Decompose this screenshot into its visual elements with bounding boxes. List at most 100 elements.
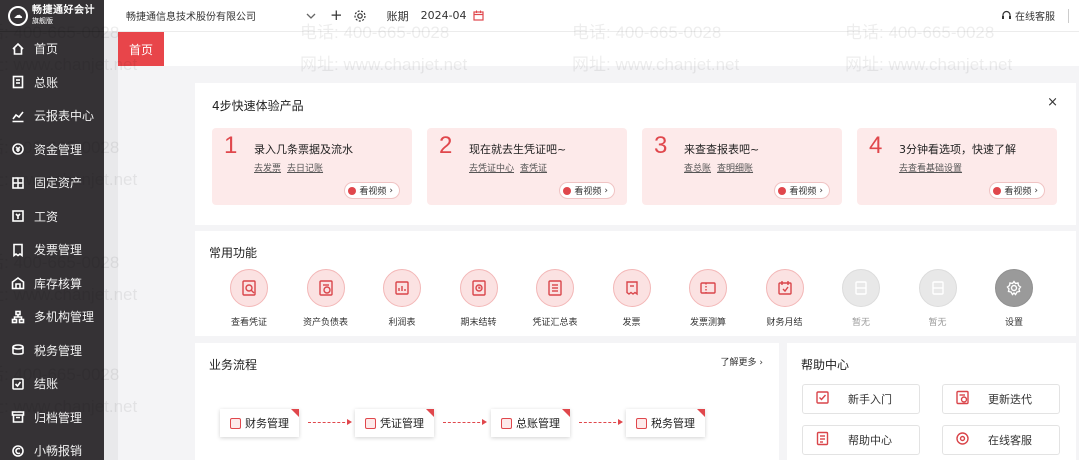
func-label: 发票 — [622, 318, 641, 328]
update-icon — [955, 390, 970, 408]
chevron-right-icon: › — [389, 185, 393, 196]
sidebar-item-label: 多机构管理 — [34, 310, 95, 325]
sidebar-item-3[interactable]: 资金管理 — [0, 133, 104, 167]
sidebar-item-10[interactable]: 结账 — [0, 367, 104, 401]
module-icon — [230, 417, 241, 429]
sidebar-item-0[interactable]: 首页 — [0, 32, 104, 66]
sidebar-item-label: 首页 — [34, 42, 59, 57]
help-button[interactable]: 更新迭代 — [942, 384, 1060, 414]
step-title: 来查查报表吧~ — [684, 143, 760, 156]
sidebar-item-label: 小畅报销 — [34, 444, 83, 459]
help-button[interactable]: 帮助中心 — [802, 425, 920, 455]
watch-video-label: 看视频 — [789, 187, 817, 197]
left-gutter — [104, 32, 118, 460]
gear-icon[interactable] — [353, 9, 367, 23]
step-number: 1 — [224, 132, 238, 159]
step-link[interactable]: 去发票 — [254, 161, 281, 174]
sidebar-item-7[interactable]: 库存核算 — [0, 267, 104, 301]
flow-card[interactable]: 总账管理 — [491, 409, 570, 437]
help-button[interactable]: 在线客服 — [942, 425, 1060, 455]
sidebar-item-1[interactable]: 总账 — [0, 66, 104, 100]
flow-card-label: 税务管理 — [651, 417, 695, 430]
step-link[interactable]: 查总账 — [684, 161, 711, 174]
sidebar-item-label: 结账 — [34, 377, 59, 392]
sidebar-item-12[interactable]: 小畅报销 — [0, 434, 104, 460]
func-label: 暂无 — [851, 318, 870, 328]
learn-more-link[interactable]: 了解更多 › — [721, 355, 764, 368]
chevron-down-icon[interactable] — [306, 11, 316, 21]
module-icon — [365, 417, 376, 429]
func-label: 利润表 — [388, 318, 416, 328]
step-link[interactable]: 查明细账 — [717, 161, 753, 174]
watch-video-button[interactable]: 看视频 › — [344, 182, 400, 199]
quick-start-title: 4步快速体验产品 — [212, 99, 304, 113]
sidebar-item-4[interactable]: 固定资产 — [0, 166, 104, 200]
flow-card[interactable]: 税务管理 — [626, 409, 705, 437]
func-view-voucher[interactable]: 查看凭证 — [214, 269, 284, 328]
headset-icon — [1002, 10, 1011, 19]
watch-video-button[interactable]: 看视频 › — [989, 182, 1045, 199]
step-link[interactable]: 去凭证中心 — [469, 161, 514, 174]
func-label: 暂无 — [928, 318, 947, 328]
func-label: 设置 — [1004, 318, 1023, 328]
flow-card[interactable]: 凭证管理 — [355, 409, 434, 437]
add-button[interactable]: + — [330, 8, 343, 23]
sidebar-item-5[interactable]: 工资 — [0, 200, 104, 234]
sidebar-item-8[interactable]: 多机构管理 — [0, 300, 104, 334]
common-functions-title: 常用功能 — [209, 246, 258, 260]
watch-video-button[interactable]: 看视频 › — [559, 182, 615, 199]
app-logo[interactable]: ☁ 畅捷通好会计 旗舰版 — [0, 0, 104, 32]
func-settings[interactable]: 设置 — [979, 269, 1049, 328]
sidebar-item-11[interactable]: 归档管理 — [0, 401, 104, 435]
sidebar-item-9[interactable]: 税务管理 — [0, 334, 104, 368]
step-link[interactable]: 去查看基础设置 — [899, 161, 962, 174]
close-account-icon — [11, 377, 25, 391]
sidebar-item-label: 归档管理 — [34, 410, 83, 425]
home-icon — [11, 42, 25, 56]
asset-icon — [11, 176, 25, 190]
watch-video-label: 看视频 — [1004, 187, 1032, 197]
tab-home[interactable]: 首页 — [118, 32, 164, 66]
sidebar-item-6[interactable]: 发票管理 — [0, 233, 104, 267]
online-service-link[interactable]: 在线客服 — [1001, 8, 1055, 23]
period-value[interactable]: 2024-04 — [421, 9, 467, 22]
sidebar-item-2[interactable]: 云报表中心 — [0, 99, 104, 133]
func-income-statement[interactable]: 利润表 — [367, 269, 437, 328]
logo-edition: 旗舰版 — [32, 17, 53, 25]
tax-icon — [11, 343, 25, 357]
step-title: 录入几条票据及流水 — [254, 143, 353, 156]
divider — [1068, 8, 1069, 23]
sidebar-item-label: 总账 — [34, 75, 59, 90]
clock-doc-icon — [459, 269, 498, 307]
play-icon — [563, 186, 572, 195]
flow-arrow — [308, 419, 352, 425]
calendar-icon[interactable] — [472, 10, 484, 21]
company-selector[interactable]: 畅捷通信息技术股份有限公司 — [126, 8, 304, 23]
func-invoice[interactable]: 发票 — [597, 269, 667, 328]
learn-more-label: 了解更多 — [720, 358, 757, 368]
func-monthly-close[interactable]: 财务月结 — [750, 269, 820, 328]
list-doc-icon — [536, 269, 574, 307]
sidebar-nav: 首页总账云报表中心资金管理 固定资产 工资 发票管理 库存核算多机构管理税务管理结账归档… — [0, 32, 104, 460]
business-flow-title: 业务流程 — [209, 358, 258, 372]
help-button-label: 新手入门 — [848, 393, 892, 406]
step-link[interactable]: 去日记账 — [287, 161, 323, 174]
watch-video-button[interactable]: 看视频 › — [774, 182, 830, 199]
flow-card[interactable]: 财务管理 — [220, 409, 299, 437]
help-button[interactable]: 新手入门 — [802, 384, 920, 414]
warehouse-icon — [11, 276, 25, 290]
archive-icon — [11, 410, 25, 424]
step-links: 去发票 去日记账 — [254, 161, 323, 174]
flow-card-label: 凭证管理 — [380, 417, 424, 430]
func-invoice-calc[interactable]: 发票测算 — [673, 269, 743, 328]
func-balance-sheet[interactable]: 资产负债表 — [291, 269, 361, 328]
func-label: 凭证汇总表 — [532, 318, 578, 328]
document-icon — [815, 431, 830, 449]
money-icon — [11, 142, 25, 156]
step-link[interactable]: 查凭证 — [520, 161, 547, 174]
logo-icon: ☁ — [8, 5, 28, 26]
func-voucher-summary[interactable]: 凭证汇总表 — [520, 269, 590, 328]
sidebar-item-label: 云报表中心 — [34, 109, 95, 124]
func-period-end-transfer[interactable]: 期末结转 — [444, 269, 514, 328]
close-icon[interactable]: × — [1047, 95, 1058, 110]
